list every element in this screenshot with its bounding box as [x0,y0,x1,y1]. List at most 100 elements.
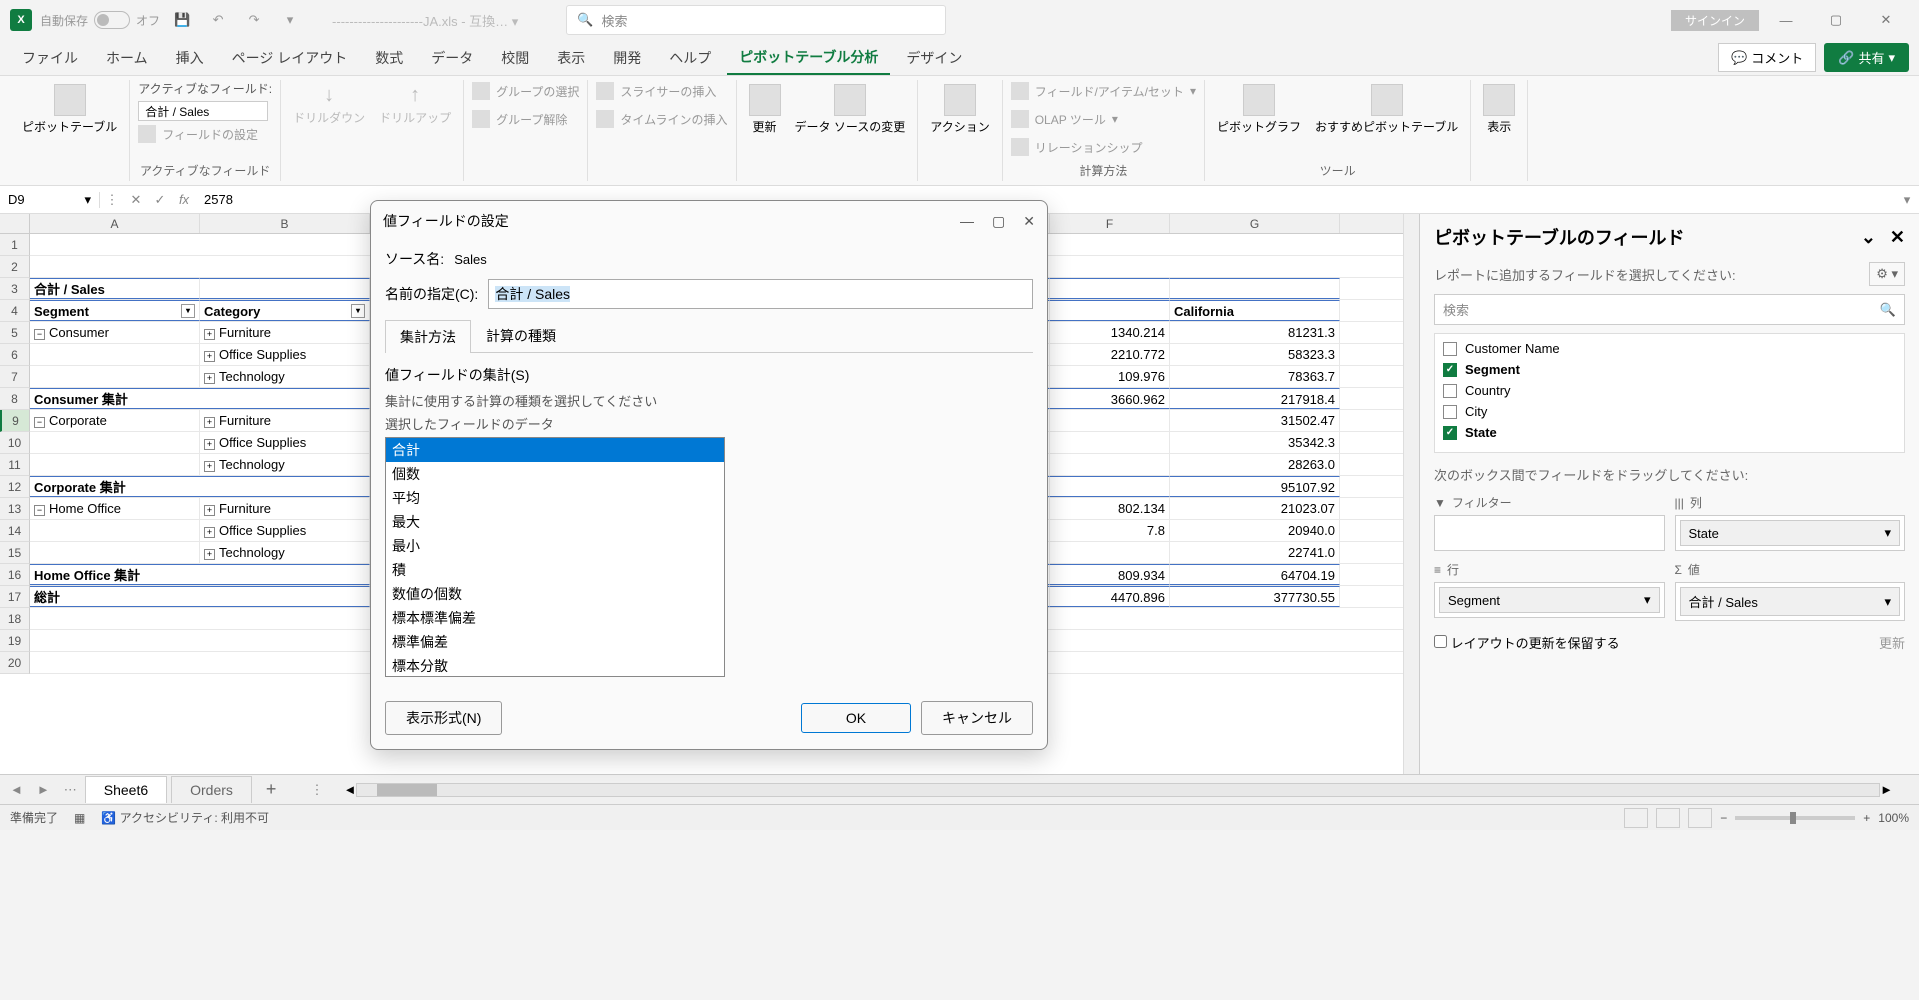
cell[interactable] [1170,278,1340,299]
dialog-minimize-icon[interactable]: — [960,213,974,230]
value-field-chip[interactable]: 合計 / Sales▾ [1680,587,1901,616]
drilldown-button[interactable]: ↓ ドリルダウン [289,80,369,130]
col-header[interactable]: F [1050,214,1170,233]
row-header[interactable]: 17 [0,586,30,608]
search-box[interactable]: 🔍 検索 [566,5,946,35]
cell[interactable]: California [1170,300,1340,321]
aggregation-listbox[interactable]: 合計個数平均最大最小積数値の個数標本標準偏差標準偏差標本分散分散 [385,437,725,677]
chevron-down-icon[interactable]: ▾ [1644,592,1651,608]
cell[interactable]: 28263.0 [1170,454,1340,475]
custom-name-input[interactable]: 合計 / Sales [488,279,1033,309]
field-list[interactable]: Customer Name✓SegmentCountryCity✓State [1434,333,1905,453]
cell[interactable]: +Furniture [200,498,370,519]
row-header[interactable]: 1 [0,234,30,256]
values-drop-area[interactable]: 合計 / Sales▾ [1675,582,1906,621]
column-field-chip[interactable]: State▾ [1680,520,1901,546]
update-button[interactable]: 更新 [1879,633,1905,652]
cell[interactable]: Segment▾ [30,300,200,321]
cancel-button[interactable]: キャンセル [921,701,1033,735]
name-split-icon[interactable]: ⋮ [100,192,124,208]
field-settings-button[interactable]: フィールドの設定 [138,123,258,145]
row-header[interactable]: 10 [0,432,30,454]
chevron-down-icon[interactable]: ▾ [1884,525,1891,541]
rows-drop-area[interactable]: Segment▾ [1434,582,1665,618]
close-icon[interactable]: ✕ [1863,5,1909,35]
cell[interactable]: 20940.0 [1170,520,1340,541]
cell[interactable] [200,278,370,299]
cell[interactable]: +Office Supplies [200,520,370,541]
undo-icon[interactable]: ↶ [204,6,232,34]
cell[interactable] [30,432,200,453]
field-list-item[interactable]: ✓Segment [1439,359,1900,380]
active-field-input[interactable] [138,101,268,121]
scroll-right-icon[interactable]: ► [1880,782,1893,797]
cell[interactable] [1050,300,1170,321]
autosave-switch[interactable] [94,11,130,29]
col-header[interactable]: G [1170,214,1340,233]
scroll-left-icon[interactable]: ◄ [343,782,356,797]
row-header[interactable]: 9 [0,410,30,432]
cell[interactable] [30,344,200,365]
cell[interactable]: −Home Office [30,498,200,519]
expand-formula-icon[interactable]: ▾ [1895,192,1919,208]
zoom-out-button[interactable]: − [1720,811,1727,825]
aggregation-option[interactable]: 個数 [386,462,724,486]
row-header[interactable]: 20 [0,652,30,674]
tab-data[interactable]: データ [419,42,485,74]
cell[interactable]: 21023.07 [1170,498,1340,519]
row-header[interactable]: 6 [0,344,30,366]
cell[interactable]: +Furniture [200,410,370,431]
cell[interactable]: 31502.47 [1170,410,1340,431]
col-header[interactable]: B [200,214,370,233]
tab-design[interactable]: デザイン [894,42,974,74]
actions-button[interactable]: アクション [926,80,993,139]
sheet-next-icon[interactable]: ► [33,782,54,798]
recommended-button[interactable]: おすすめピボットテーブル [1311,80,1462,139]
select-all-corner[interactable] [0,214,30,233]
sheet-menu-icon[interactable]: ⋯ [60,782,81,798]
add-sheet-button[interactable]: + [256,779,287,800]
row-header[interactable]: 7 [0,366,30,388]
cell[interactable] [30,520,200,541]
aggregation-option[interactable]: 標本分散 [386,654,724,677]
cell[interactable]: +Office Supplies [200,432,370,453]
cell[interactable] [1050,542,1170,563]
tab-show-values-as[interactable]: 計算の種類 [471,319,571,352]
normal-view-button[interactable] [1624,808,1648,828]
page-break-view-button[interactable] [1688,808,1712,828]
name-box[interactable]: D9▾ [0,192,100,208]
cell[interactable]: −Corporate [30,410,200,431]
number-format-button[interactable]: 表示形式(N) [385,701,502,735]
row-header[interactable]: 14 [0,520,30,542]
cell[interactable]: 109.976 [1050,366,1170,387]
chevron-down-icon[interactable]: ⌄ [1861,227,1876,248]
page-layout-view-button[interactable] [1656,808,1680,828]
cell[interactable]: 35342.3 [1170,432,1340,453]
cell[interactable]: Home Office 集計 [30,564,370,585]
minimize-icon[interactable]: — [1763,5,1809,35]
close-pane-icon[interactable]: ✕ [1890,227,1905,248]
cell[interactable]: +Office Supplies [200,344,370,365]
cell[interactable]: 95107.92 [1170,476,1340,497]
comments-button[interactable]: 💬 コメント [1718,43,1816,72]
row-header[interactable]: 15 [0,542,30,564]
cell[interactable]: 22741.0 [1170,542,1340,563]
field-list-item[interactable]: ✓State [1439,422,1900,443]
maximize-icon[interactable]: ▢ [1813,5,1859,35]
zoom-slider[interactable] [1735,816,1855,820]
change-source-button[interactable]: データ ソースの変更 [791,80,910,139]
sheet-tab[interactable]: Orders [171,776,252,803]
scroll-thumb[interactable] [377,784,437,796]
tab-page-layout[interactable]: ページ レイアウト [220,42,360,74]
show-button[interactable]: 表示 [1479,80,1519,139]
fx-icon[interactable]: fx [172,192,196,207]
aggregation-option[interactable]: 標準偏差 [386,630,724,654]
tab-insert[interactable]: 挿入 [164,42,216,74]
cell[interactable]: 4470.896 [1050,586,1170,607]
split-handle-icon[interactable]: ⋮ [310,782,323,798]
col-header[interactable]: A [30,214,200,233]
sheet-tab-active[interactable]: Sheet6 [85,776,167,803]
tab-pivot-analyze[interactable]: ピボットテーブル分析 [727,41,890,75]
row-header[interactable]: 18 [0,608,30,630]
horizontal-scrollbar[interactable]: ⋮ ◄ ► [290,782,1913,798]
